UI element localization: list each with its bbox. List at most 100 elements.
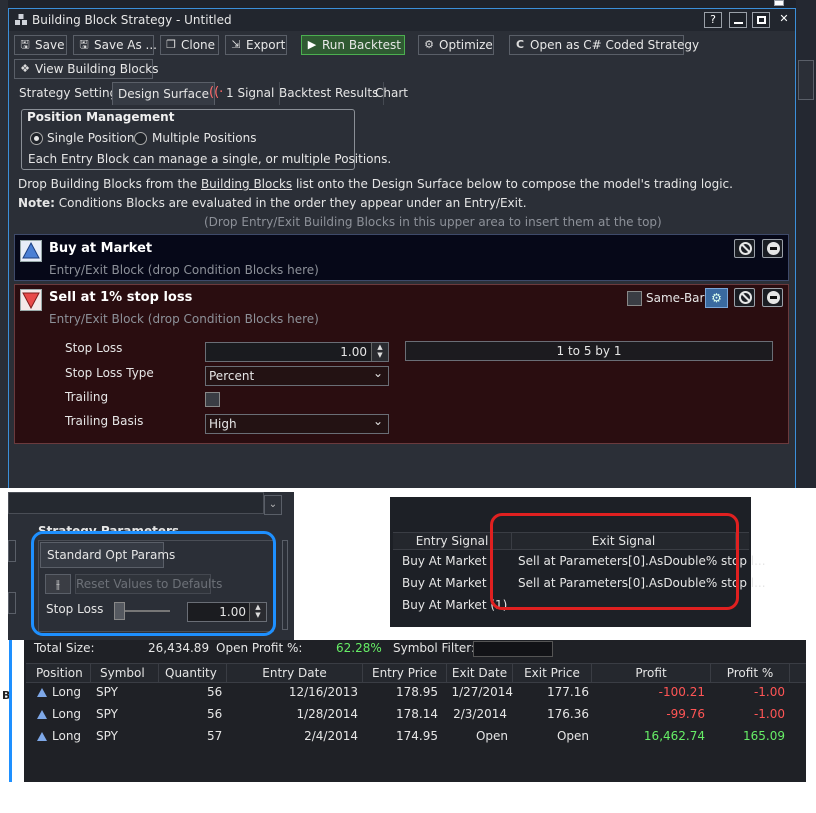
save-as-button[interactable]: 🖫 Save As ... (73, 35, 157, 55)
exit-date-cell[interactable]: Open (447, 728, 508, 744)
quantity-cell[interactable]: 56 (207, 684, 222, 700)
minimize-button[interactable] (729, 12, 747, 28)
minimize-icon (734, 22, 743, 24)
run-backtest-label: Run Backtest (322, 38, 402, 52)
symbol-filter-label: Symbol Filter: (393, 641, 476, 655)
disable-block-button[interactable] (734, 288, 755, 307)
long-triangle-icon (37, 710, 47, 719)
window-title: Building Block Strategy - Untitled (32, 13, 232, 27)
position-management-note: Each Entry Block can manage a single, or… (28, 152, 392, 166)
profit-pct-cell[interactable]: -1.00 (725, 706, 785, 722)
profit-pct-cell[interactable]: -1.00 (725, 684, 785, 700)
export-label: Export (246, 38, 286, 52)
exit-date-cell[interactable]: 2/3/2014 (447, 706, 507, 722)
clone-label: Clone (181, 38, 216, 52)
trailing-basis-select[interactable]: High (205, 412, 389, 434)
profit-header[interactable]: Profit (592, 664, 711, 682)
quantity-cell[interactable]: 56 (207, 706, 222, 722)
red-highlight-frame (490, 513, 739, 610)
entry-signal-cell[interactable]: Buy At Market (1 (402, 575, 490, 591)
exit-date-cell[interactable]: 1/27/2014 (447, 684, 513, 700)
entry-price-cell[interactable]: 178.14 (380, 706, 438, 722)
tab-backtest-results[interactable]: Backtest Results (274, 82, 385, 105)
close-button[interactable]: ✕ (775, 12, 793, 28)
disable-block-button[interactable] (734, 239, 755, 258)
multiple-positions-radio[interactable] (134, 132, 147, 145)
settings-gear-icon[interactable]: ⚙ (705, 288, 728, 308)
maximize-button[interactable] (752, 12, 770, 28)
exit-price-cell[interactable]: 176.36 (528, 706, 589, 722)
entry-date-cell[interactable]: 2/4/2014 (286, 728, 358, 744)
disable-icon (739, 242, 752, 255)
symbol-cell[interactable]: SPY (96, 706, 118, 722)
exit-date-header[interactable]: Exit Date (447, 664, 513, 682)
help-button[interactable]: ? (704, 12, 722, 28)
run-backtest-button[interactable]: ▶ Run Backtest (301, 35, 405, 55)
multiple-positions-label: Multiple Positions (152, 131, 257, 145)
entry-price-header[interactable]: Entry Price (363, 664, 447, 682)
entry-date-cell[interactable]: 1/28/2014 (286, 706, 358, 722)
symbol-cell[interactable]: SPY (96, 728, 118, 744)
profit-cell[interactable]: -99.76 (620, 706, 705, 722)
position-cell[interactable]: Long (37, 706, 81, 722)
stop-loss-spinner[interactable]: ▲ ▼ (371, 343, 388, 361)
view-building-blocks-button[interactable]: ❖ View Building Blocks (14, 59, 159, 79)
export-icon: ⇲ (231, 38, 241, 51)
tab-signal[interactable]: ((· 1 Signal (204, 82, 281, 105)
profit-cell[interactable]: 16,462.74 (620, 728, 705, 744)
selector-box[interactable] (8, 492, 264, 514)
exit-price-cell[interactable]: 177.16 (528, 684, 589, 700)
single-position-radio[interactable] (30, 132, 43, 145)
open-as-csharp-label: Open as C# Coded Strategy (530, 38, 700, 52)
entry-price-cell[interactable]: 178.95 (380, 684, 438, 700)
close-icon: ✕ (779, 12, 789, 25)
trailing-basis-label: Trailing Basis (65, 414, 144, 428)
symbol-header[interactable]: Symbol (91, 664, 159, 682)
trailing-basis-value: High (209, 417, 237, 431)
save-button[interactable]: 🖫 Save (14, 35, 67, 55)
clone-button[interactable]: ❐ Clone (160, 35, 219, 55)
quantity-header[interactable]: Quantity (159, 664, 227, 682)
profit-cell[interactable]: -100.21 (620, 684, 705, 700)
symbol-cell[interactable]: SPY (96, 684, 118, 700)
position-cell[interactable]: Long (37, 728, 81, 744)
export-button[interactable]: ⇲ Export (225, 35, 287, 55)
position-header[interactable]: Position (28, 664, 91, 682)
open-as-csharp-button[interactable]: C Open as C# Coded Strategy (509, 35, 699, 55)
stop-loss-range[interactable]: 1 to 5 by 1 (405, 341, 773, 361)
profit-pct-header[interactable]: Profit % (711, 664, 790, 682)
exit-price-header[interactable]: Exit Price (513, 664, 592, 682)
play-icon: ▶ (307, 38, 317, 51)
entry-price-cell[interactable]: 174.95 (380, 728, 438, 744)
position-cell[interactable]: Long (37, 684, 81, 700)
exit-price-cell[interactable]: Open (528, 728, 589, 744)
stop-loss-type-select[interactable]: Percent (205, 364, 389, 386)
profit-pct-cell[interactable]: 165.09 (725, 728, 785, 744)
chevron-down-icon[interactable]: ⌄ (264, 495, 282, 515)
optimize-button[interactable]: ⚙ Optimize (418, 35, 494, 55)
remove-icon (767, 242, 780, 255)
same-bar-checkbox[interactable] (627, 291, 642, 306)
position-management-title: Position Management (25, 110, 177, 124)
tab-design-surface[interactable]: Design Surface (112, 82, 215, 105)
background-window-strip (0, 0, 8, 488)
building-blocks-app-icon (15, 14, 27, 25)
tab-backtest-results-label: Backtest Results (279, 86, 379, 100)
signal-wifi-icon: ((· (209, 85, 224, 100)
trailing-checkbox[interactable] (205, 392, 220, 407)
entry-date-header[interactable]: Entry Date (227, 664, 363, 682)
remove-block-button[interactable] (762, 239, 783, 258)
entry-date-cell[interactable]: 12/16/2013 (286, 684, 358, 700)
building-blocks-link[interactable]: Building Blocks (201, 177, 292, 191)
tab-signal-label: 1 Signal (226, 86, 275, 100)
entry-signal-cell[interactable]: Buy At Market (1 (402, 553, 490, 569)
symbol-filter-input[interactable] (473, 641, 553, 657)
tab-chart[interactable]: Chart (370, 82, 413, 105)
stop-loss-input[interactable]: 1.00 (205, 342, 389, 362)
tab-design-surface-label: Design Surface (118, 87, 209, 101)
position-value: Long (52, 729, 82, 743)
position-value: Long (52, 685, 82, 699)
remove-block-button[interactable] (762, 288, 783, 307)
quantity-cell[interactable]: 57 (207, 728, 222, 744)
trailing-label: Trailing (65, 390, 109, 404)
